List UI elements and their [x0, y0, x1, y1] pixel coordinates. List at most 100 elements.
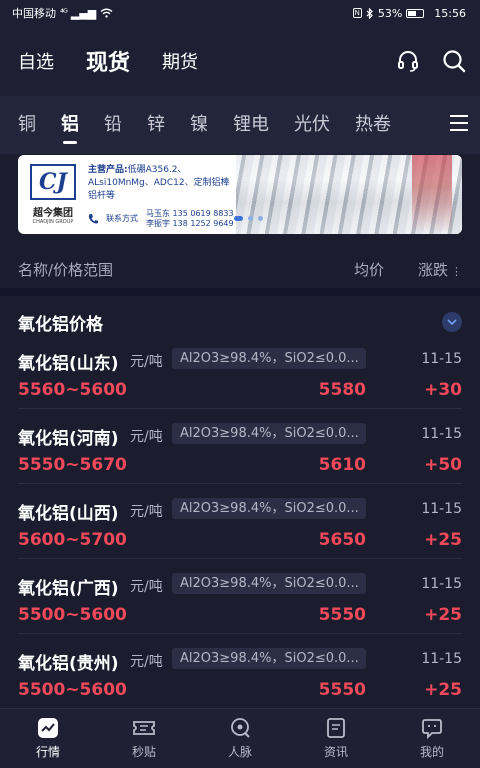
category-hot-coil[interactable]: 热卷 — [355, 96, 391, 154]
category-bar: 铜 铝 铅 锌 镍 锂电 光伏 热卷 — [0, 96, 480, 154]
row-spec: Al2O3≥98.4%，SiO2≤0.0... — [172, 498, 366, 519]
banner-logo: CJ 超今集团 CHAOJIN GROUP — [18, 155, 88, 234]
tab-label: 人脉 — [227, 745, 252, 759]
category-lithium[interactable]: 锂电 — [233, 96, 269, 154]
company-name: 超今集团 — [33, 208, 73, 219]
wifi-icon — [100, 8, 113, 18]
contacts-search-icon — [231, 718, 250, 738]
banner-contact-1: 马玉东 135 0619 8833 — [146, 209, 234, 218]
ticket-icon — [133, 721, 155, 735]
battery-icon — [406, 8, 425, 18]
tab-instant-post[interactable]: 秒贴 — [96, 709, 192, 768]
top-nav: 自选 现货 期货 — [0, 26, 480, 96]
nfc-icon: N — [352, 8, 362, 18]
row-unit: 元/吨 — [130, 504, 163, 520]
bottom-tab-bar: 行情 秒贴 人脉 资讯 我的 — [0, 708, 480, 768]
row-date: 11-15 — [421, 501, 462, 517]
category-lead[interactable]: 铅 — [104, 96, 122, 154]
header-change[interactable]: 涨跌 ⋮ — [384, 259, 462, 280]
banner-pagination — [234, 216, 263, 221]
row-unit: 元/吨 — [130, 429, 163, 445]
banner-dot — [258, 216, 263, 221]
row-range: 5500~5600 — [18, 605, 127, 625]
section-title: 氧化铝价格 — [18, 314, 103, 335]
row-date: 11-15 — [421, 576, 462, 592]
table-row[interactable]: 氧化铝(河南) 元/吨 Al2O3≥98.4%，SiO2≤0.0... 11-1… — [18, 409, 462, 484]
status-bar: 中国移动 ⁴ᴳ ▂▄▆ N 53% 15:56 — [0, 0, 480, 26]
signal-bars-icon: ▂▄▆ — [70, 6, 97, 20]
row-spec: Al2O3≥98.4%，SiO2≤0.0... — [172, 648, 366, 669]
tab-label: 秒贴 — [131, 745, 156, 759]
chevron-down-icon[interactable] — [442, 312, 462, 332]
category-copper[interactable]: 铜 — [18, 96, 36, 154]
headset-icon[interactable] — [396, 49, 420, 73]
banner-contact-2: 李振宇 138 1252 9649 — [146, 219, 234, 228]
carrier-label: 中国移动 — [12, 7, 56, 20]
search-icon[interactable] — [442, 49, 466, 73]
banner-dot — [248, 216, 253, 221]
row-unit: 元/吨 — [130, 654, 163, 670]
row-spec: Al2O3≥98.4%，SiO2≤0.0... — [172, 348, 366, 369]
header-avg-price[interactable]: 均价 — [294, 259, 384, 280]
row-spec: Al2O3≥98.4%，SiO2≤0.0... — [172, 423, 366, 444]
row-avg: 5550 — [318, 605, 366, 625]
table-row[interactable]: 氧化铝(贵州) 元/吨 Al2O3≥98.4%，SiO2≤0.0... 11-1… — [18, 634, 462, 709]
row-avg: 5610 — [318, 455, 366, 475]
row-date: 11-15 — [421, 351, 462, 367]
row-avg: 5580 — [318, 380, 366, 400]
company-name-en: CHAOJIN GROUP — [32, 219, 74, 225]
table-row[interactable]: 氧化铝(广西) 元/吨 Al2O3≥98.4%，SiO2≤0.0... 11-1… — [18, 559, 462, 634]
category-menu-icon[interactable] — [450, 115, 468, 131]
ad-banner[interactable]: CJ 超今集团 CHAOJIN GROUP 主营产品:低硼A356.2、ALsi… — [18, 155, 462, 234]
bluetooth-icon — [366, 7, 373, 19]
row-change: +25 — [424, 680, 462, 700]
row-date: 11-15 — [421, 651, 462, 667]
tab-news[interactable]: 资讯 — [288, 709, 384, 768]
row-name: 氧化铝(贵州) — [18, 654, 119, 674]
sort-icon: ⋮ — [451, 264, 462, 278]
category-aluminum[interactable]: 铝 — [61, 96, 79, 154]
row-name: 氧化铝(山西) — [18, 504, 119, 524]
banner-dot — [234, 216, 243, 221]
row-range: 5560~5600 — [18, 380, 127, 400]
row-range: 5600~5700 — [18, 530, 127, 550]
tab-label: 资讯 — [323, 745, 348, 759]
tab-market[interactable]: 行情 — [0, 709, 96, 768]
divider — [0, 288, 480, 296]
tab-futures[interactable]: 期货 — [162, 48, 198, 74]
market-chart-icon — [38, 718, 58, 738]
category-zinc[interactable]: 锌 — [147, 96, 165, 154]
row-name: 氧化铝(广西) — [18, 579, 119, 599]
row-change: +50 — [424, 455, 462, 475]
tab-contacts[interactable]: 人脉 — [192, 709, 288, 768]
header-name-range: 名称/价格范围 — [18, 260, 114, 279]
row-range: 5500~5600 — [18, 680, 127, 700]
row-avg: 5650 — [318, 530, 366, 550]
phone-icon — [88, 214, 98, 224]
banner-text: 主营产品:低硼A356.2、ALsi10MnMg、ADC12、定制铝棒铝杆等 联… — [88, 155, 236, 234]
row-change: +30 — [424, 380, 462, 400]
battery-percent: 53% — [377, 6, 403, 20]
tab-spot[interactable]: 现货 — [86, 45, 130, 77]
aluminum-ingots-image — [236, 155, 462, 234]
tab-watchlist[interactable]: 自选 — [18, 48, 54, 74]
table-row[interactable]: 氧化铝(山西) 元/吨 Al2O3≥98.4%，SiO2≤0.0... 11-1… — [18, 484, 462, 559]
news-doc-icon — [327, 718, 345, 738]
banner-main-label: 主营产品: — [88, 165, 128, 175]
list-header: 名称/价格范围 均价 涨跌 ⋮ — [0, 252, 480, 286]
row-change: +25 — [424, 530, 462, 550]
row-unit: 元/吨 — [130, 579, 163, 595]
category-nickel[interactable]: 镍 — [190, 96, 208, 154]
row-change: +25 — [424, 605, 462, 625]
row-avg: 5550 — [318, 680, 366, 700]
table-row[interactable]: 氧化铝(山东) 元/吨 Al2O3≥98.4%，SiO2≤0.0... 11-1… — [18, 334, 462, 409]
row-spec: Al2O3≥98.4%，SiO2≤0.0... — [172, 573, 366, 594]
company-logo-icon: CJ — [30, 164, 76, 200]
row-name: 氧化铝(山东) — [18, 354, 119, 374]
tab-label: 行情 — [35, 745, 60, 759]
row-date: 11-15 — [421, 426, 462, 442]
category-photovoltaic[interactable]: 光伏 — [294, 96, 330, 154]
tab-profile[interactable]: 我的 — [384, 709, 480, 768]
row-name: 氧化铝(河南) — [18, 429, 119, 449]
profile-icon — [422, 719, 442, 739]
